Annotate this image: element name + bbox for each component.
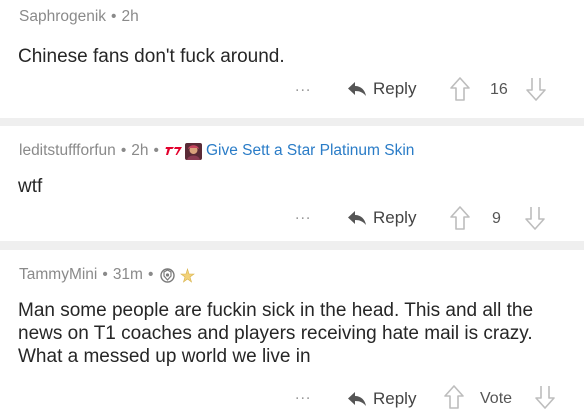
upvote-arrow-icon[interactable] [449, 205, 471, 231]
downvote-arrow-icon[interactable] [524, 205, 546, 231]
flair-avatar-icon [184, 142, 202, 160]
separator: • [111, 8, 117, 25]
vote-score: 16 [490, 81, 508, 98]
reply-arrow-icon [348, 82, 366, 96]
author-name[interactable]: leditstuffforfun [19, 142, 116, 160]
separator: • [120, 142, 127, 159]
vote-score: Vote [480, 390, 513, 407]
author-name[interactable]: TammyMini [19, 266, 97, 284]
separator: • [147, 266, 154, 283]
more-options-button[interactable]: ... [295, 386, 311, 404]
comment-meta: leditstuffforfun • 2h • Give Sett a Star… [19, 142, 414, 160]
comment-3: TammyMini • 31m • Man some people are fu… [0, 250, 584, 420]
reply-button[interactable]: Reply [347, 389, 416, 409]
comment-divider [0, 118, 584, 126]
comment-body: Man some people are fuckin sick in the h… [18, 300, 534, 367]
reply-label: Reply [373, 208, 417, 227]
more-options-button[interactable]: ... [295, 78, 311, 96]
comment-body: Chinese fans don't fuck around. [18, 46, 285, 67]
reply-label: Reply [373, 79, 417, 98]
gen-g-logo-icon [160, 267, 176, 283]
reply-button[interactable]: Reply [347, 208, 416, 228]
separator: • [102, 266, 108, 283]
upvote-arrow-icon[interactable] [443, 384, 465, 410]
comment-age: 2h [121, 8, 139, 25]
downvote-arrow-icon[interactable] [525, 76, 547, 102]
comment-divider [0, 241, 584, 250]
comment-meta: TammyMini • 31m • [19, 266, 196, 284]
downvote-arrow-icon[interactable] [534, 384, 556, 410]
vote-score: 9 [492, 210, 501, 227]
t1-logo-icon [165, 147, 182, 155]
comment-age: 31m [112, 266, 143, 283]
comment-body: wtf [18, 176, 43, 197]
comment-1: Saphrogenik • 2h Chinese fans don't fuck… [0, 0, 584, 118]
reply-button[interactable]: Reply [347, 79, 416, 99]
more-options-button[interactable]: ... [295, 206, 311, 224]
star-icon [180, 267, 196, 283]
reply-arrow-icon [348, 211, 366, 225]
comment-2: leditstuffforfun • 2h • Give Sett a Star… [0, 126, 584, 240]
comment-age: 2h [131, 142, 149, 159]
reply-label: Reply [373, 389, 417, 408]
comment-meta: Saphrogenik • 2h [19, 8, 139, 26]
user-flair: Give Sett a Star Platinum Skin [205, 142, 415, 159]
reply-arrow-icon [348, 392, 366, 406]
separator: • [153, 142, 159, 159]
upvote-arrow-icon[interactable] [449, 76, 471, 102]
author-name[interactable]: Saphrogenik [19, 8, 106, 26]
